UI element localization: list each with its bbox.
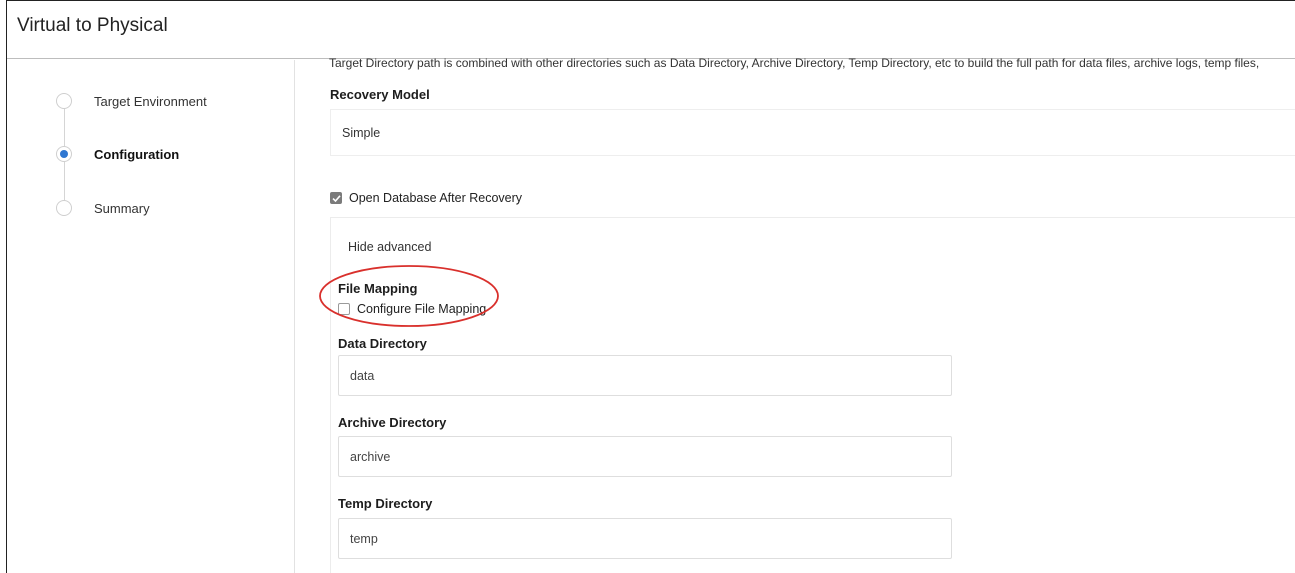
- step-summary[interactable]: Summary: [56, 198, 150, 218]
- recovery-model-label: Recovery Model: [330, 87, 430, 102]
- red-ellipse-annotation: [319, 265, 499, 327]
- recovery-model-select[interactable]: Simple: [330, 109, 1295, 156]
- step-target-environment[interactable]: Target Environment: [56, 91, 207, 111]
- step-indicator-icon: [56, 93, 72, 109]
- open-database-after-recovery-option[interactable]: Open Database After Recovery: [330, 191, 522, 205]
- open-database-label: Open Database After Recovery: [349, 191, 523, 205]
- hide-advanced-link[interactable]: Hide advanced: [348, 240, 431, 254]
- data-directory-input[interactable]: data: [338, 355, 952, 396]
- step-label: Target Environment: [94, 93, 207, 109]
- temp-directory-input[interactable]: temp: [338, 518, 952, 559]
- window-title: Virtual to Physical: [17, 15, 168, 36]
- target-directory-help-text: Target Directory path is combined with o…: [329, 56, 1260, 70]
- title-bar: Virtual to Physical: [7, 1, 1295, 59]
- data-directory-label: Data Directory: [338, 336, 427, 351]
- archive-directory-label: Archive Directory: [338, 415, 447, 430]
- step-indicator-icon: [56, 200, 72, 216]
- step-label: Summary: [94, 200, 150, 216]
- step-indicator-active-icon: [56, 146, 72, 162]
- open-database-checkbox[interactable]: [330, 192, 342, 204]
- step-configuration[interactable]: Configuration: [56, 144, 179, 164]
- checkmark-icon: [331, 194, 341, 202]
- archive-directory-input[interactable]: archive: [338, 436, 952, 477]
- app-window: Virtual to Physical Target Environment C…: [6, 0, 1295, 573]
- archive-directory-value: archive: [350, 450, 391, 464]
- wizard-steps-panel: Target Environment Configuration Summary: [7, 60, 295, 573]
- temp-directory-label: Temp Directory: [338, 496, 433, 511]
- recovery-model-value: Simple: [342, 126, 381, 140]
- step-label: Configuration: [94, 146, 180, 162]
- temp-directory-value: temp: [350, 532, 378, 546]
- data-directory-value: data: [350, 369, 375, 383]
